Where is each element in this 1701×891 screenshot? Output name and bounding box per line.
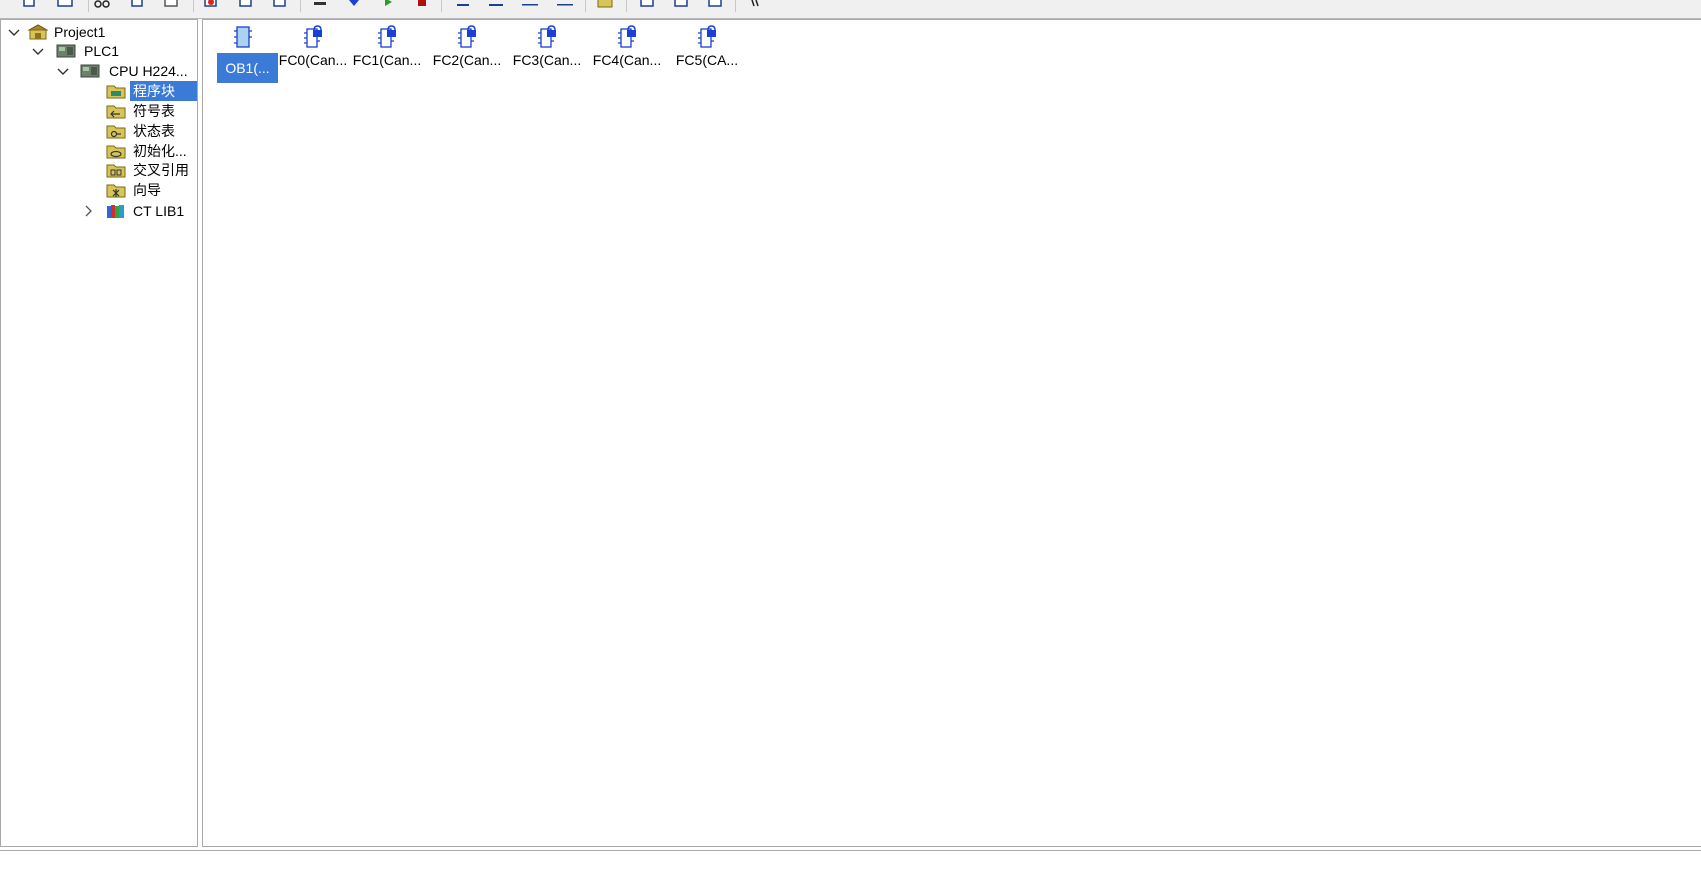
tree-item-project1[interactable]: Project1: [1, 22, 197, 42]
tree-item-label: PLC1: [84, 43, 120, 59]
block-label: FC3(Can...: [512, 52, 582, 68]
chevron-right-icon[interactable]: [81, 201, 95, 221]
locked-block-icon: [535, 25, 559, 49]
program-block-view[interactable]: OB1(... FC0(Can... FC1(Can... FC2(Can...: [202, 19, 1701, 847]
program-block-folder-icon: [106, 83, 126, 99]
locked-block-icon: [615, 25, 639, 49]
tree-item-ct-lib1[interactable]: CT LIB1: [1, 201, 197, 221]
block-item-fc1[interactable]: FC1(Can...: [352, 23, 422, 81]
window-cascade-icon[interactable]: [638, 0, 656, 8]
contact-icon[interactable]: [521, 0, 539, 8]
project-icon: [27, 24, 49, 40]
block-item-ob1[interactable]: OB1(...: [208, 23, 278, 83]
locked-block-icon: [695, 25, 719, 49]
compare-icon[interactable]: [271, 0, 289, 8]
copy-icon[interactable]: [128, 0, 146, 8]
library-icon[interactable]: [596, 0, 614, 8]
window-horizontal-icon[interactable]: [672, 0, 690, 8]
tree-item-label: 程序块: [130, 81, 197, 101]
cross-reference-folder-icon: [106, 162, 126, 178]
tree-item-program-block[interactable]: 程序块: [1, 81, 197, 101]
run-icon[interactable]: [379, 0, 397, 8]
chevron-down-icon[interactable]: [31, 41, 45, 61]
status-table-folder-icon: [106, 123, 126, 139]
toolbar: [0, 0, 1701, 19]
tree-item-label: Project1: [54, 24, 106, 40]
block-document-icon: [231, 25, 255, 49]
new-icon[interactable]: [20, 0, 38, 8]
chevron-down-icon[interactable]: [56, 61, 70, 81]
block-label: FC5(CA...: [675, 52, 739, 68]
tree-item-label: 初始化...: [133, 143, 187, 159]
block-label: OB1(...: [217, 53, 278, 83]
block-item-fc0[interactable]: FC0(Can...: [278, 23, 348, 81]
block-label: FC2(Can...: [432, 52, 502, 68]
download-arrow-icon[interactable]: [345, 0, 363, 8]
network-delete-icon[interactable]: [487, 0, 505, 8]
tree-item-label: CT LIB1: [133, 203, 185, 219]
tree-item-cpu[interactable]: CPU H224...: [1, 61, 197, 81]
tree-item-cross-reference[interactable]: 交叉引用: [1, 160, 197, 180]
tree-item-label: CPU H224...: [109, 63, 188, 79]
wizard-folder-icon: [106, 182, 126, 198]
block-label: FC4(Can...: [592, 52, 662, 68]
cpu-icon: [80, 63, 100, 79]
step-icon[interactable]: [311, 0, 329, 8]
paste-icon[interactable]: [162, 0, 180, 8]
help-icon[interactable]: [746, 0, 764, 8]
block-item-fc5[interactable]: FC5(CA...: [672, 23, 742, 81]
cut-icon[interactable]: [93, 0, 111, 8]
tree-item-label: 状态表: [133, 123, 175, 139]
stop-icon[interactable]: [413, 0, 431, 8]
window-vertical-icon[interactable]: [706, 0, 724, 8]
tree-item-init[interactable]: 初始化...: [1, 141, 197, 161]
block-item-fc2[interactable]: FC2(Can...: [432, 23, 502, 81]
network-insert-icon[interactable]: [453, 0, 471, 8]
tree-item-symbol-table[interactable]: 符号表: [1, 101, 197, 121]
tree-item-plc1[interactable]: PLC1: [1, 41, 197, 61]
locked-block-icon: [301, 25, 325, 49]
locked-block-icon: [375, 25, 399, 49]
library-books-icon: [106, 203, 126, 219]
init-folder-icon: [106, 143, 126, 159]
block-label: FC1(Can...: [352, 52, 422, 68]
tree-item-status-table[interactable]: 状态表: [1, 121, 197, 141]
upload-icon[interactable]: [202, 0, 220, 8]
tree-item-label: 向导: [133, 182, 161, 198]
chevron-down-icon[interactable]: [7, 22, 21, 42]
tree-item-wizard[interactable]: 向导: [1, 180, 197, 200]
tree-item-label: 符号表: [133, 103, 175, 119]
output-window[interactable]: [0, 850, 1701, 891]
coil-icon[interactable]: [556, 0, 574, 8]
download-icon[interactable]: [237, 0, 255, 8]
plc-icon: [56, 43, 76, 59]
symbol-table-folder-icon: [106, 103, 126, 119]
tree-item-label: 交叉引用: [133, 162, 189, 178]
block-item-fc4[interactable]: FC4(Can...: [592, 23, 662, 81]
block-item-fc3[interactable]: FC3(Can...: [512, 23, 582, 81]
locked-block-icon: [455, 25, 479, 49]
open-icon[interactable]: [56, 0, 74, 8]
app-window: Project1 PLC1 CPU H224... 程序块 符号表 状态表 初始…: [0, 0, 1701, 891]
block-label: FC0(Can...: [278, 52, 348, 68]
project-tree[interactable]: Project1 PLC1 CPU H224... 程序块 符号表 状态表 初始…: [0, 19, 198, 847]
